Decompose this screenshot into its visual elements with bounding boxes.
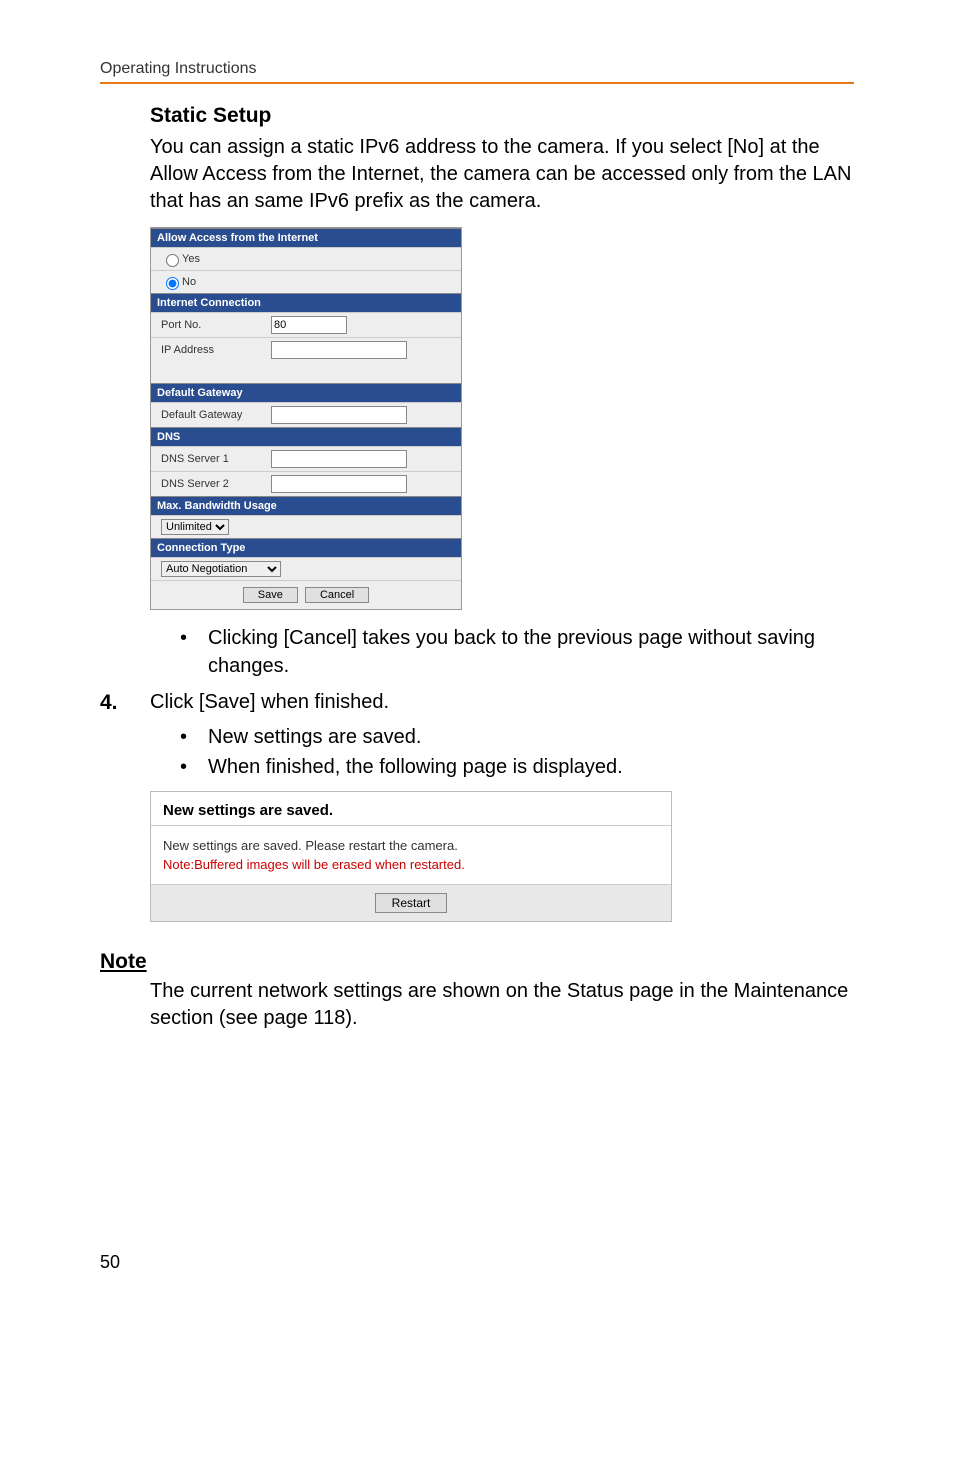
bandwidth-select[interactable]: Unlimited xyxy=(161,519,229,535)
step4-bullet-1: • New settings are saved. xyxy=(180,723,854,751)
dns1-row: DNS Server 1 xyxy=(151,446,461,471)
page-number: 50 xyxy=(100,1252,854,1273)
ip-address-input[interactable] xyxy=(271,341,407,359)
section-title: Static Setup xyxy=(150,104,854,128)
conn-type-select[interactable]: Auto Negotiation xyxy=(161,561,281,577)
conn-type-row: Auto Negotiation xyxy=(151,557,461,580)
cancel-note-text: Clicking [Cancel] takes you back to the … xyxy=(208,624,854,680)
saved-title: New settings are saved. xyxy=(151,792,671,826)
internet-connection-header: Internet Connection xyxy=(151,293,461,312)
step-4: 4. Click [Save] when finished. xyxy=(100,688,854,717)
save-button[interactable]: Save xyxy=(243,587,298,603)
step-4-number: 4. xyxy=(100,688,150,717)
cancel-note: • Clicking [Cancel] takes you back to th… xyxy=(180,624,854,680)
allow-no-row: No xyxy=(151,270,461,293)
connection-type-header: Connection Type xyxy=(151,538,461,557)
dns1-label: DNS Server 1 xyxy=(161,453,271,465)
step4-bullet-2: • When finished, the following page is d… xyxy=(180,753,854,781)
radio-yes[interactable] xyxy=(166,254,179,267)
allow-yes-row: Yes xyxy=(151,247,461,270)
bandwidth-header: Max. Bandwidth Usage xyxy=(151,496,461,515)
saved-body: New settings are saved. Please restart t… xyxy=(151,826,671,885)
restart-button[interactable]: Restart xyxy=(375,893,448,913)
note-heading: Note xyxy=(100,950,854,974)
port-row: Port No. xyxy=(151,312,461,337)
allow-access-header: Allow Access from the Internet xyxy=(151,228,461,247)
port-no-label: Port No. xyxy=(161,319,271,331)
bandwidth-row: Unlimited xyxy=(151,515,461,538)
saved-settings-dialog: New settings are saved. New settings are… xyxy=(150,791,672,922)
gateway-row: Default Gateway xyxy=(151,402,461,427)
dns1-input[interactable] xyxy=(271,450,407,468)
intro-paragraph: You can assign a static IPv6 address to … xyxy=(150,134,854,215)
radio-no[interactable] xyxy=(166,277,179,290)
static-setup-form: Allow Access from the Internet Yes No In… xyxy=(150,227,462,610)
note-text: The current network settings are shown o… xyxy=(150,978,854,1032)
ip-row: IP Address xyxy=(151,337,461,383)
header-rule xyxy=(100,82,854,84)
bullet-icon: • xyxy=(180,753,208,781)
bullet-icon: • xyxy=(180,723,208,751)
step4-bullet-1-text: New settings are saved. xyxy=(208,723,421,751)
ip-address-label: IP Address xyxy=(161,344,271,356)
step-4-text: Click [Save] when finished. xyxy=(150,688,389,717)
dns2-label: DNS Server 2 xyxy=(161,478,271,490)
dns2-row: DNS Server 2 xyxy=(151,471,461,496)
bullet-icon: • xyxy=(180,624,208,680)
saved-line2: Note:Buffered images will be erased when… xyxy=(163,857,659,872)
page-header: Operating Instructions xyxy=(100,60,854,78)
default-gateway-header: Default Gateway xyxy=(151,383,461,402)
dns-header: DNS xyxy=(151,427,461,446)
form-button-row: Save Cancel xyxy=(151,580,461,609)
dns2-input[interactable] xyxy=(271,475,407,493)
cancel-button[interactable]: Cancel xyxy=(305,587,369,603)
default-gateway-input[interactable] xyxy=(271,406,407,424)
no-label: No xyxy=(182,276,196,288)
default-gateway-label: Default Gateway xyxy=(161,409,271,421)
saved-line1: New settings are saved. Please restart t… xyxy=(163,838,659,853)
port-no-input[interactable] xyxy=(271,316,347,334)
step4-bullet-2-text: When finished, the following page is dis… xyxy=(208,753,623,781)
saved-button-bar: Restart xyxy=(151,885,671,921)
yes-label: Yes xyxy=(182,253,200,265)
